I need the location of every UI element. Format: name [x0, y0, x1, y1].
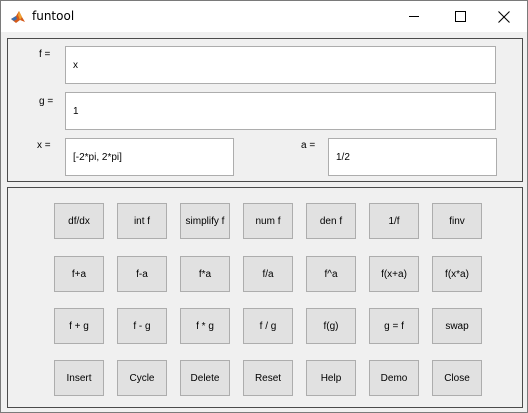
f-input[interactable]: x — [65, 46, 496, 84]
f-label: f = — [39, 49, 51, 60]
f-minus-a-button[interactable]: f-a — [117, 256, 167, 292]
maximize-icon — [454, 11, 466, 22]
f-plus-g-button[interactable]: f + g — [54, 308, 104, 344]
f-power-a-button[interactable]: f^a — [306, 256, 356, 292]
operations-panel: df/dx int f simplify f num f den f 1/f finv f+a… — [7, 187, 523, 408]
g-label: g = — [39, 96, 54, 107]
f-plus-a-button[interactable]: f+a — [54, 256, 104, 292]
close-icon — [498, 10, 510, 23]
title-bar: funtool — [1, 1, 527, 32]
f-divide-g-button[interactable]: f / g — [243, 308, 293, 344]
f-divide-a-button[interactable]: f/a — [243, 256, 293, 292]
denominator-button[interactable]: den f — [306, 203, 356, 239]
f-compose-g-button[interactable]: f(g) — [306, 308, 356, 344]
f-times-a-button[interactable]: f*a — [180, 256, 230, 292]
x-label: x = — [37, 140, 51, 151]
demo-button[interactable]: Demo — [369, 360, 419, 396]
x-range-input[interactable]: [-2*pi, 2*pi] — [65, 138, 234, 176]
inverse-button[interactable]: finv — [432, 203, 482, 239]
maximize-button[interactable] — [437, 1, 483, 32]
a-input[interactable]: 1/2 — [328, 138, 497, 176]
f-shift-a-button[interactable]: f(x+a) — [369, 256, 419, 292]
minimize-icon — [408, 16, 419, 17]
simplify-button[interactable]: simplify f — [180, 203, 230, 239]
delete-button[interactable]: Delete — [180, 360, 230, 396]
numerator-button[interactable]: num f — [243, 203, 293, 239]
minimize-button[interactable] — [391, 1, 437, 32]
g-input[interactable]: 1 — [65, 92, 496, 130]
cycle-button[interactable]: Cycle — [117, 360, 167, 396]
a-label: a = — [301, 140, 316, 151]
function-input-panel: f = x g = 1 x = [-2*pi, 2*pi] a = 1/2 — [7, 38, 523, 182]
insert-button[interactable]: Insert — [54, 360, 104, 396]
reciprocal-button[interactable]: 1/f — [369, 203, 419, 239]
g-equals-f-button[interactable]: g = f — [369, 308, 419, 344]
f-minus-g-button[interactable]: f - g — [117, 308, 167, 344]
help-button[interactable]: Help — [306, 360, 356, 396]
window-title: funtool — [32, 9, 75, 23]
swap-button[interactable]: swap — [432, 308, 482, 344]
reset-button[interactable]: Reset — [243, 360, 293, 396]
close-button[interactable]: Close — [432, 360, 482, 396]
close-window-button[interactable] — [481, 1, 527, 32]
integral-button[interactable]: int f — [117, 203, 167, 239]
f-times-g-button[interactable]: f * g — [180, 308, 230, 344]
derivative-button[interactable]: df/dx — [54, 203, 104, 239]
funtool-window: funtool f = x g = 1 x = [-2*pi, 2*pi] a … — [0, 0, 528, 413]
f-scale-a-button[interactable]: f(x*a) — [432, 256, 482, 292]
matlab-logo-icon — [10, 9, 26, 25]
